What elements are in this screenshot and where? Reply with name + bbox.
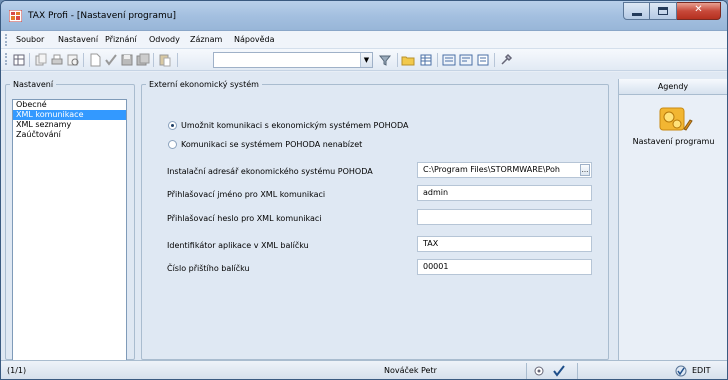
install-dir-value: C:\Program Files\STORMWARE\Poh [423, 165, 561, 174]
toolbar-combo[interactable]: ▼ [213, 52, 373, 68]
minimize-icon [632, 13, 642, 16]
nav-item-obecne[interactable]: Obecné [13, 100, 126, 110]
doc-icon[interactable] [476, 53, 490, 67]
install-dir-label: Instalační adresář ekonomického systému … [167, 167, 373, 176]
nav-item-zauctovani[interactable]: Zaúčtování [13, 130, 126, 140]
edit-mode-status: EDIT [692, 366, 711, 375]
settings-gears-icon[interactable] [657, 105, 693, 135]
toolbar: ▼ [1, 49, 727, 71]
menu-grip-icon[interactable] [5, 34, 7, 46]
new-icon[interactable] [88, 53, 102, 67]
app-id-label: Identifikátor aplikace v XML balíčku [167, 241, 309, 250]
close-button[interactable]: ✕ [677, 2, 721, 20]
app-window: TAX Profi - [Nastavení programu] ✕ Soubo… [0, 0, 728, 380]
check-icon[interactable] [104, 53, 118, 67]
external-system-group: Externí ekonomický systém Umožnit komuni… [141, 80, 609, 360]
window-controls: ✕ [623, 2, 721, 21]
toolbar-separator [177, 53, 178, 67]
password-label: Přihlašovací heslo pro XML komunikaci [167, 214, 322, 223]
current-user: Nováček Petr [384, 366, 437, 375]
nav-item-xml-seznamy[interactable]: XML seznamy [13, 120, 126, 130]
print-icon[interactable] [50, 53, 64, 67]
next-package-value: 00001 [423, 262, 449, 271]
app-id-value: TAX [423, 239, 439, 248]
status-bar: (1/1) Nováček Petr EDIT [1, 360, 727, 379]
radio-enable-label: Umožnit komunikaci s ekonomickým systéme… [181, 121, 409, 130]
toolbar-separator [494, 53, 495, 67]
save-all-icon[interactable] [136, 53, 150, 67]
toolbar-separator [29, 53, 30, 67]
status-divider [526, 363, 527, 379]
copy-icon[interactable] [34, 53, 48, 67]
menu-bar: Soubor Nastavení Přiznání Odvody Záznam … [1, 31, 727, 49]
tools-icon[interactable] [499, 53, 513, 67]
external-system-legend: Externí ekonomický systém [149, 80, 259, 89]
checkmark-icon [553, 365, 565, 377]
settings-nav-group: Nastavení Obecné XML komunikace XML sezn… [5, 80, 135, 362]
nav-item-xml-komunikace[interactable]: XML komunikace [13, 110, 126, 120]
login-name-value: admin [423, 188, 449, 197]
record-counter: (1/1) [7, 366, 27, 375]
settings-nav-list[interactable]: Obecné XML komunikace XML seznamy Zaúčto… [12, 99, 127, 362]
login-name-field[interactable]: admin [417, 185, 592, 201]
toolbar-grip-icon[interactable] [5, 53, 7, 65]
settings-nav-legend: Nastavení [13, 80, 54, 89]
toolbar-separator [153, 53, 154, 67]
toolbar-separator [83, 53, 84, 67]
install-dir-field[interactable]: C:\Program Files\STORMWARE\Poh ... [417, 162, 592, 178]
window-title: TAX Profi - [Nastavení programu] [28, 11, 176, 21]
radio-disable-pohoda[interactable]: Komunikaci se systémem POHODA nenabízet [168, 140, 362, 149]
filter-icon[interactable] [378, 53, 392, 67]
radio-disable-dot[interactable] [168, 140, 177, 149]
menu-soubor[interactable]: Soubor [16, 35, 44, 44]
toolbar-separator [397, 53, 398, 67]
list2-icon[interactable] [459, 53, 473, 67]
paste-icon[interactable] [158, 53, 172, 67]
toolbar-separator [437, 53, 438, 67]
preview-icon[interactable] [66, 53, 80, 67]
menu-zaznam[interactable]: Záznam [190, 35, 222, 44]
app-id-field[interactable]: TAX [417, 236, 592, 252]
browse-button[interactable]: ... [580, 164, 590, 176]
agenda-item-nastaveni-programu[interactable]: Nastavení programu [619, 137, 727, 146]
radio-enable-dot[interactable] [168, 121, 177, 130]
next-package-field[interactable]: 00001 [417, 259, 592, 275]
agenda-header: Agendy [619, 79, 727, 95]
status-divider [577, 363, 578, 379]
table-icon[interactable] [419, 53, 433, 67]
minimize-button[interactable] [623, 2, 650, 20]
tax-app-icon [9, 10, 22, 22]
maximize-button[interactable] [650, 2, 677, 20]
grid-icon[interactable] [12, 53, 26, 67]
maximize-icon [658, 7, 668, 15]
radio-enable-pohoda[interactable]: Umožnit komunikaci s ekonomickým systéme… [168, 121, 408, 130]
folder-icon[interactable] [401, 53, 415, 67]
title-bar[interactable]: TAX Profi - [Nastavení programu] ✕ [1, 1, 727, 31]
menu-nastaveni[interactable]: Nastavení [58, 35, 98, 44]
save-icon[interactable] [120, 53, 134, 67]
close-icon: ✕ [694, 4, 703, 15]
next-package-label: Číslo přištího balíčku [167, 264, 250, 273]
chevron-down-icon[interactable]: ▼ [360, 53, 372, 67]
radio-disable-label: Komunikaci se systémem POHODA nenabízet [181, 140, 363, 149]
info-icon [534, 366, 544, 376]
menu-odvody[interactable]: Odvody [149, 35, 180, 44]
password-field[interactable] [417, 209, 592, 225]
menu-priznani[interactable]: Přiznání [105, 35, 137, 44]
edit-status-icon [675, 365, 687, 377]
agenda-panel: Agendy Nastavení programu [618, 79, 727, 360]
login-name-label: Přihlašovací jméno pro XML komunikaci [167, 190, 326, 199]
menu-napoveda[interactable]: Nápověda [234, 35, 275, 44]
list-icon[interactable] [442, 53, 456, 67]
